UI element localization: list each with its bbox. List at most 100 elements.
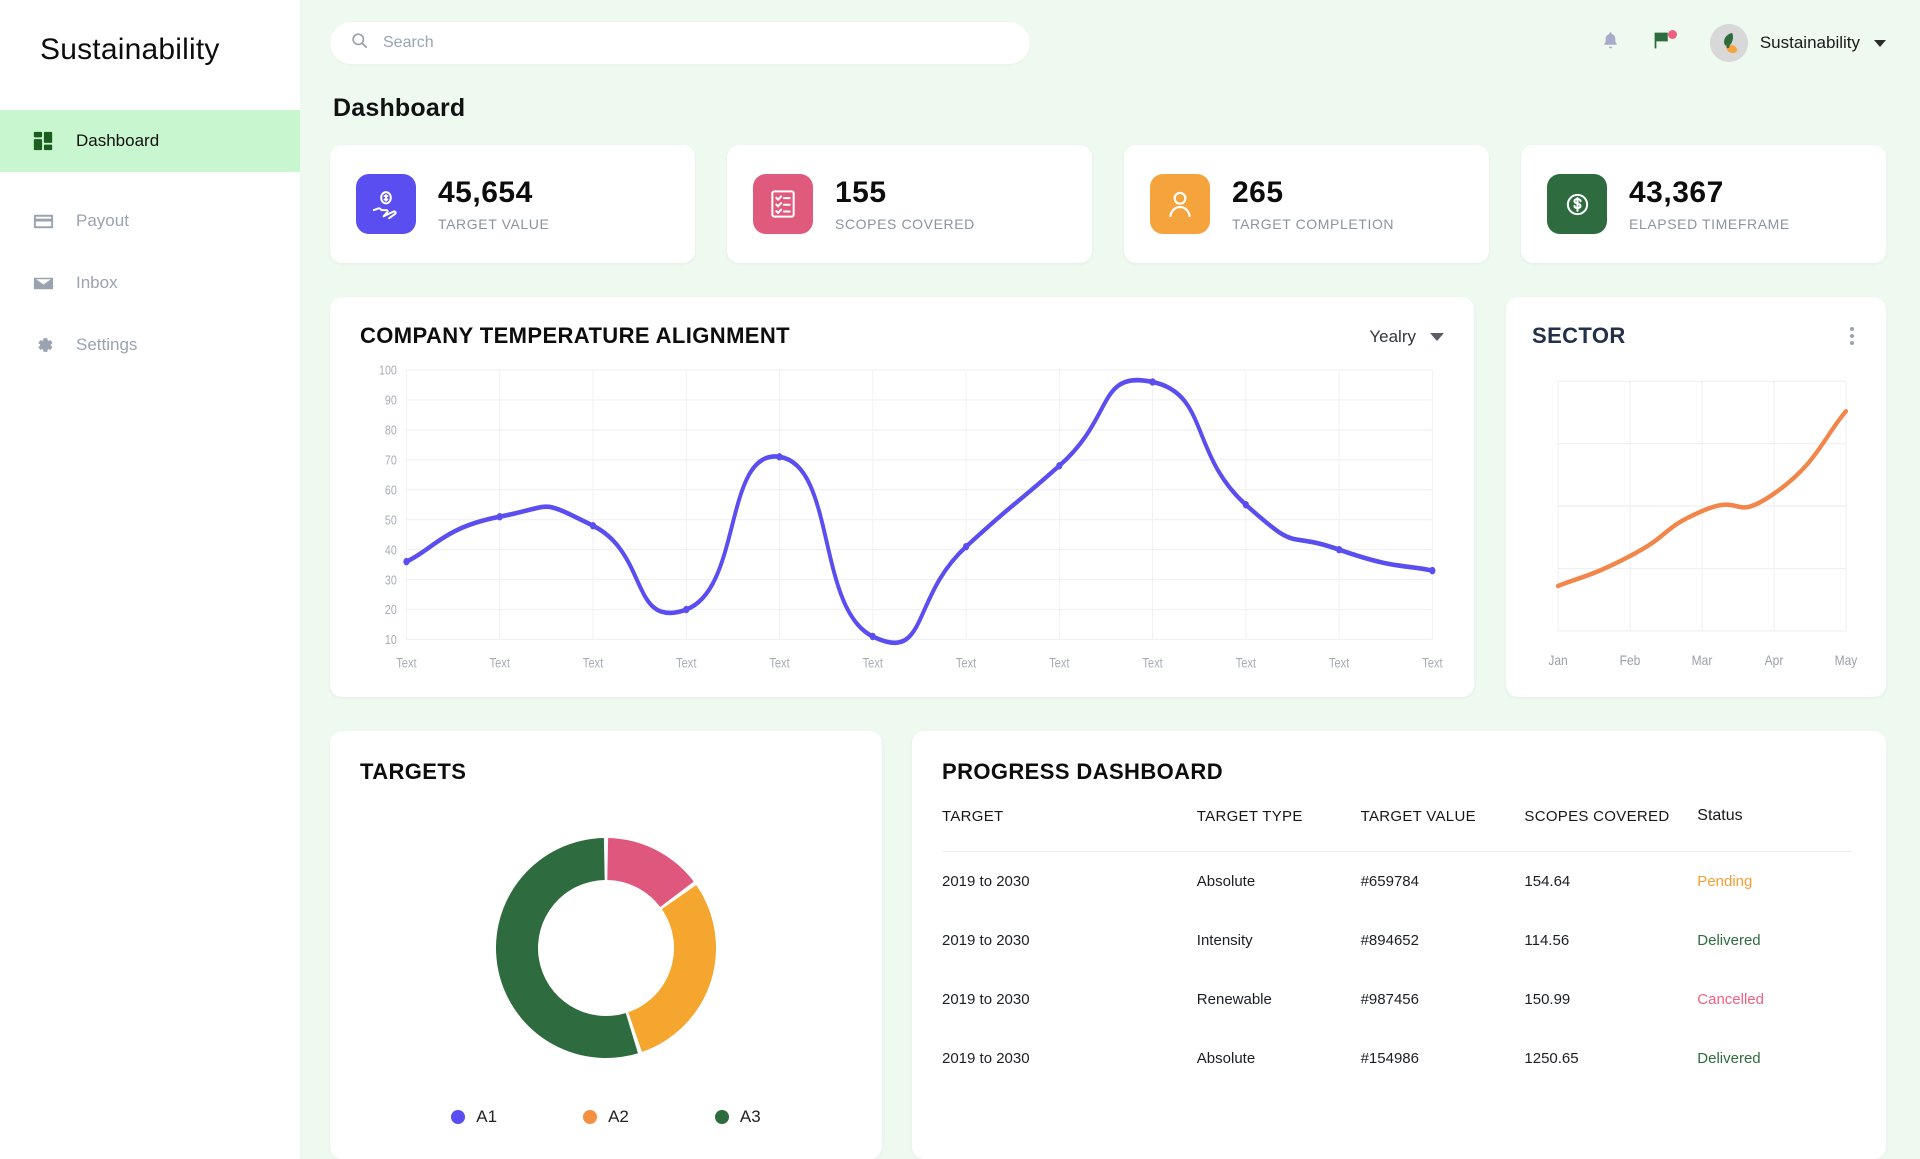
topbar-actions: Sustainability bbox=[1598, 24, 1886, 62]
column-header-target: TARGET bbox=[942, 807, 1197, 852]
search-icon bbox=[350, 31, 369, 55]
stat-card-target-completion: 265 TARGET COMPLETION bbox=[1124, 145, 1489, 263]
profile-name: Sustainability bbox=[1759, 33, 1860, 52]
cell-value: #987456 bbox=[1360, 991, 1419, 1008]
column-header-status: Status bbox=[1697, 807, 1852, 852]
sidebar-item-payout[interactable]: Payout bbox=[0, 190, 300, 252]
svg-text:10: 10 bbox=[385, 633, 397, 647]
svg-text:Text: Text bbox=[956, 655, 977, 670]
card-title: SECTOR bbox=[1532, 323, 1626, 348]
sidebar-item-settings[interactable]: Settings bbox=[0, 314, 300, 376]
card-header: SECTOR bbox=[1532, 323, 1860, 349]
search-bar[interactable] bbox=[330, 22, 1030, 64]
cell-target: 2019 to 2030 bbox=[942, 1050, 1030, 1067]
cell-value: #659784 bbox=[1360, 873, 1419, 890]
legend-dot bbox=[583, 1110, 598, 1124]
sidebar: Sustainability Dashboard Payout Inbox Se… bbox=[0, 0, 300, 1159]
svg-text:30: 30 bbox=[385, 573, 397, 587]
stat-label: ELAPSED TIMEFRAME bbox=[1629, 216, 1790, 232]
legend-item-a3: A3 bbox=[714, 1107, 761, 1127]
column-header-target-value: TARGET VALUE bbox=[1360, 807, 1525, 852]
card-header: COMPANY TEMPERATURE ALIGNMENT Yealry bbox=[360, 323, 1444, 349]
avatar bbox=[1709, 24, 1748, 62]
hand-coin-icon bbox=[356, 174, 416, 234]
period-label: Yealry bbox=[1369, 327, 1416, 346]
sidebar-item-label: Payout bbox=[76, 211, 129, 230]
svg-text:100: 100 bbox=[379, 364, 397, 378]
gear-icon bbox=[30, 332, 56, 358]
progress-dashboard-card: PROGRESS DASHBOARD TARGET TARGET TYPE TA… bbox=[912, 731, 1886, 1159]
temperature-line-chart: 10 20 30 40 50 60 70 80 90 100 Text Text Text Text Tex… bbox=[360, 363, 1444, 679]
status-badge: Delivered bbox=[1697, 932, 1761, 949]
column-header-target-type: TARGET TYPE bbox=[1196, 807, 1361, 852]
svg-text:Text: Text bbox=[769, 655, 790, 670]
period-dropdown[interactable]: Yealry bbox=[1369, 323, 1444, 347]
stat-card-text: 265 TARGET COMPLETION bbox=[1232, 176, 1394, 232]
svg-text:May: May bbox=[1835, 652, 1858, 668]
stat-card-elapsed-timeframe: 43,367 ELAPSED TIMEFRAME bbox=[1521, 145, 1886, 263]
stat-value: 265 bbox=[1232, 176, 1284, 209]
legend-dot bbox=[714, 1110, 729, 1124]
notifications-button[interactable] bbox=[1598, 30, 1624, 56]
app-root: Sustainability Dashboard Payout Inbox Se… bbox=[0, 0, 1920, 1159]
table-row[interactable]: 2019 to 2030 Absolute #659784 154.64 Pen… bbox=[942, 852, 1852, 912]
cell-type: Renewable bbox=[1196, 991, 1272, 1008]
cell-target: 2019 to 2030 bbox=[942, 932, 1030, 949]
table-row[interactable]: 2019 to 2030 Intensity #894652 114.56 De… bbox=[942, 911, 1852, 970]
chevron-down-icon bbox=[1874, 39, 1886, 47]
table-row[interactable]: 2019 to 2030 Absolute #154986 1250.65 De… bbox=[942, 1029, 1852, 1088]
dollar-circle-icon bbox=[1547, 174, 1607, 234]
svg-text:Text: Text bbox=[1236, 655, 1257, 670]
cell-scopes: 114.56 bbox=[1524, 932, 1570, 949]
svg-text:60: 60 bbox=[385, 484, 397, 498]
cell-value: #894652 bbox=[1360, 932, 1419, 949]
svg-text:Text: Text bbox=[490, 655, 511, 670]
stat-card-text: 155 SCOPES COVERED bbox=[835, 176, 975, 232]
card-title: PROGRESS DASHBOARD bbox=[942, 759, 1224, 784]
table-body: 2019 to 2030 Absolute #659784 154.64 Pen… bbox=[942, 852, 1852, 1089]
stat-cards: 45,654 TARGET VALUE 155 SCOPES COVERED 2… bbox=[330, 145, 1886, 263]
svg-text:40: 40 bbox=[385, 543, 397, 557]
svg-text:Text: Text bbox=[676, 655, 697, 670]
legend-label: A1 bbox=[476, 1107, 498, 1126]
sector-card: SECTOR Jan Feb Mar Apr May bbox=[1506, 297, 1886, 697]
stat-value: 45,654 bbox=[438, 176, 533, 209]
chevron-down-icon bbox=[1430, 333, 1444, 341]
brand-name: Sustainability bbox=[40, 33, 220, 66]
cell-scopes: 1250.65 bbox=[1524, 1050, 1579, 1067]
svg-text:Text: Text bbox=[1329, 655, 1350, 670]
topbar: Sustainability bbox=[330, 0, 1886, 86]
sidebar-item-label: Dashboard bbox=[76, 131, 160, 150]
svg-text:20: 20 bbox=[385, 603, 397, 617]
checklist-icon bbox=[753, 174, 813, 234]
legend-label: A2 bbox=[608, 1107, 629, 1126]
page-title: Dashboard bbox=[333, 94, 466, 122]
profile-menu[interactable]: Sustainability bbox=[1709, 24, 1886, 62]
targets-card: TARGETS A1 A2 A3 bbox=[330, 731, 882, 1159]
stat-card-text: 43,367 ELAPSED TIMEFRAME bbox=[1629, 176, 1790, 232]
svg-text:Jan: Jan bbox=[1548, 652, 1567, 668]
main-content: Sustainability Dashboard 45,654 bbox=[300, 0, 1920, 1159]
bell-icon bbox=[1600, 30, 1621, 56]
svg-text:80: 80 bbox=[385, 424, 397, 438]
middle-row: COMPANY TEMPERATURE ALIGNMENT Yealry 10 2… bbox=[330, 297, 1886, 697]
svg-text:Mar: Mar bbox=[1692, 652, 1713, 668]
cell-scopes: 154.64 bbox=[1524, 873, 1571, 890]
legend-dot bbox=[451, 1110, 466, 1124]
svg-text:Apr: Apr bbox=[1765, 652, 1784, 668]
progress-table: TARGET TARGET TYPE TARGET VALUE SCOPES C… bbox=[942, 807, 1852, 1088]
legend-item-a2: A2 bbox=[583, 1107, 629, 1127]
cell-value: #154986 bbox=[1360, 1050, 1419, 1067]
stat-label: TARGET COMPLETION bbox=[1232, 216, 1395, 232]
sidebar-item-inbox[interactable]: Inbox bbox=[0, 252, 300, 314]
svg-text:Text: Text bbox=[863, 655, 884, 670]
sidebar-item-dashboard[interactable]: Dashboard bbox=[0, 110, 300, 172]
flag-button[interactable] bbox=[1650, 30, 1677, 56]
stat-value: 155 bbox=[835, 176, 887, 209]
search-input[interactable] bbox=[383, 34, 1010, 52]
stat-card-target-value: 45,654 TARGET VALUE bbox=[330, 145, 695, 263]
table-row[interactable]: 2019 to 2030 Renewable #987456 150.99 Ca… bbox=[942, 970, 1852, 1029]
sidebar-nav: Dashboard Payout Inbox Settings bbox=[0, 110, 300, 376]
kebab-menu-icon[interactable] bbox=[1844, 323, 1860, 349]
cell-type: Intensity bbox=[1196, 932, 1253, 949]
